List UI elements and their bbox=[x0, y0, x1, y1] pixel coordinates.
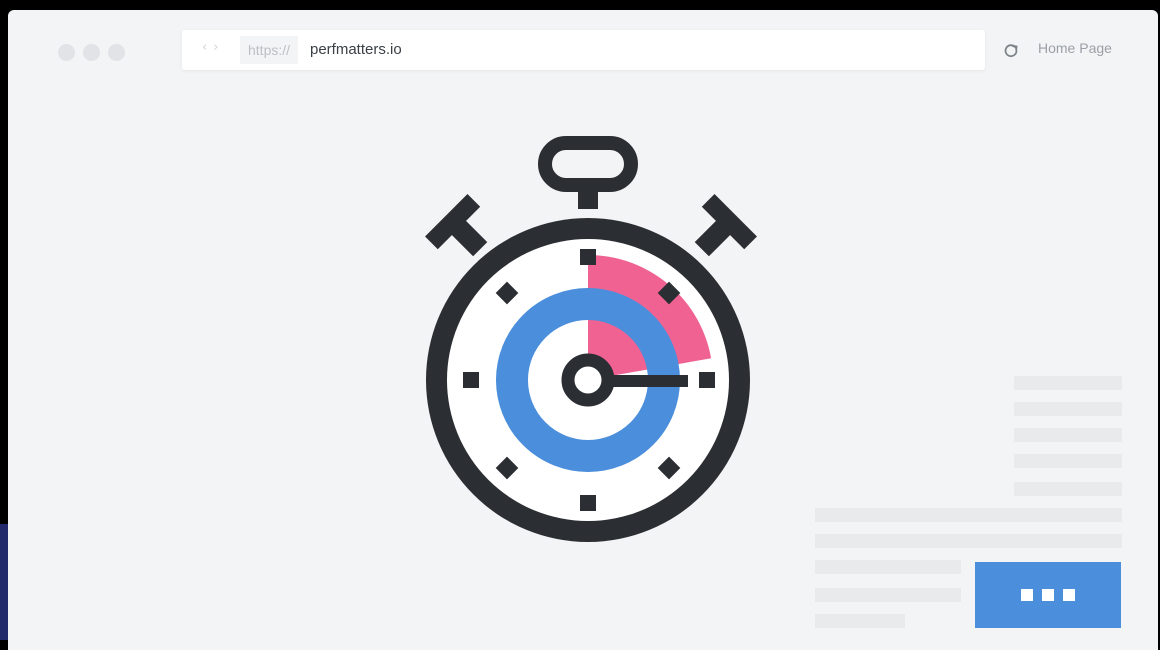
reload-icon[interactable] bbox=[1003, 42, 1019, 58]
url-domain[interactable]: perfmatters.io bbox=[310, 30, 402, 70]
window-minimize-dot[interactable] bbox=[83, 44, 100, 61]
forward-arrow-icon[interactable]: › bbox=[213, 40, 224, 55]
placeholder-line bbox=[1014, 454, 1122, 468]
placeholder-line bbox=[1014, 428, 1122, 442]
placeholder-line bbox=[1014, 402, 1122, 416]
browser-window: ‹› https:// perfmatters.io Home Page bbox=[8, 10, 1158, 650]
window-close-dot[interactable] bbox=[58, 44, 75, 61]
side-strip bbox=[0, 524, 8, 640]
ellipsis-square bbox=[1042, 589, 1054, 601]
placeholder-line bbox=[815, 560, 961, 574]
ellipsis-square bbox=[1021, 589, 1033, 601]
placeholder-line bbox=[815, 614, 905, 628]
placeholder-line bbox=[1014, 482, 1122, 496]
stopwatch-icon bbox=[425, 136, 757, 542]
window-maximize-dot[interactable] bbox=[108, 44, 125, 61]
url-scheme: https:// bbox=[240, 36, 299, 64]
ellipsis-square bbox=[1063, 589, 1075, 601]
address-bar[interactable]: ‹› https:// perfmatters.io bbox=[182, 30, 985, 70]
placeholder-line bbox=[815, 534, 1122, 548]
more-button[interactable] bbox=[975, 562, 1121, 628]
home-page-link[interactable]: Home Page bbox=[1038, 40, 1112, 56]
back-arrow-icon[interactable]: ‹ bbox=[202, 40, 213, 55]
nav-arrows: ‹› bbox=[202, 40, 224, 55]
placeholder-line bbox=[815, 508, 1122, 522]
window-controls bbox=[58, 44, 125, 61]
placeholder-line bbox=[1014, 376, 1122, 390]
placeholder-line bbox=[815, 588, 961, 602]
